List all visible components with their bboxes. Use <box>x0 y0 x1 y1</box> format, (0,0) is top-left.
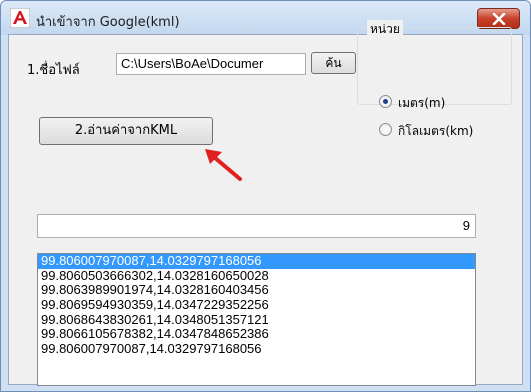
coordinate-item[interactable]: 99.8063989901974,14.0328160403456 <box>38 283 475 298</box>
meter-radio-label[interactable]: เมตร(m) <box>398 94 445 113</box>
coordinate-item[interactable]: 99.8068643830261,14.0348051357121 <box>38 312 475 328</box>
kilometer-radio[interactable] <box>379 123 392 136</box>
coordinate-item[interactable]: 99.8066105678382,14.0347848652386 <box>38 327 475 342</box>
kilometer-radio-label[interactable]: กิโลเมตร(km) <box>398 122 473 141</box>
filename-label: 1.ชื่อไฟล์ <box>27 63 80 78</box>
close-icon <box>492 13 506 25</box>
coordinate-list[interactable]: 99.806007970087,14.0329797168056 99.8060… <box>37 253 476 386</box>
window-title: นำเข้าจาก Google(kml) <box>36 15 180 30</box>
red-arrow-annotation <box>205 149 242 181</box>
coordinate-item[interactable]: 99.8069594930359,14.0347229352256 <box>38 297 475 313</box>
meter-radio[interactable] <box>379 95 392 108</box>
autocad-icon <box>10 8 30 28</box>
unit-legend: หน่วย <box>367 20 403 39</box>
point-count-field[interactable]: 9 <box>37 214 476 238</box>
file-path-field[interactable]: C:\Users\BoAe\Documer <box>116 53 306 75</box>
coordinate-item[interactable]: 99.806007970087,14.0329797168056 <box>38 341 475 357</box>
coordinate-item[interactable]: 99.8060503666302,14.0328160650028 <box>38 268 475 284</box>
coordinate-item[interactable]: 99.806007970087,14.0329797168056 <box>38 254 475 269</box>
close-button[interactable] <box>477 8 520 29</box>
read-kml-button[interactable]: 2.อ่านค่าจากKML <box>39 117 213 145</box>
browse-button[interactable]: ค้น <box>311 52 356 74</box>
